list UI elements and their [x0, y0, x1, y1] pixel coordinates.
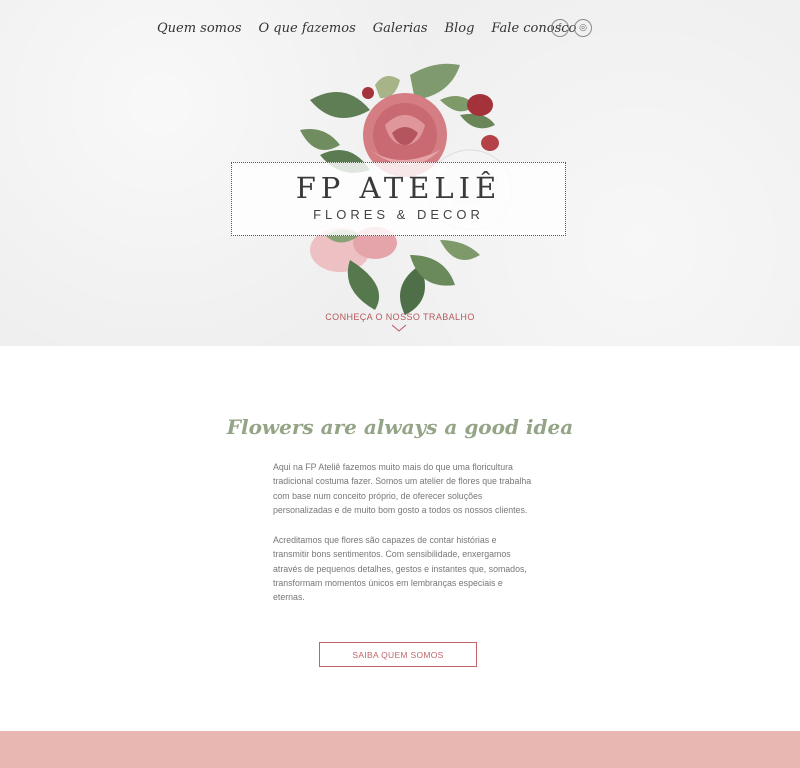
- saiba-quem-somos-button[interactable]: SAIBA QUEM SOMOS: [319, 642, 477, 667]
- know-our-work-link[interactable]: CONHEÇA O NOSSO TRABALHO: [0, 312, 800, 322]
- footer-band: [0, 731, 800, 768]
- instagram-icon[interactable]: ◎: [574, 19, 592, 37]
- hero-section: Quem somos O que fazemos Galerias Blog F…: [0, 0, 800, 346]
- about-paragraph-2: Acreditamos que flores são capazes de co…: [273, 535, 527, 603]
- about-heading: Flowers are always a good idea: [226, 415, 574, 439]
- facebook-icon[interactable]: f: [551, 19, 569, 37]
- logo-subtitle: FLORES & DECOR: [313, 207, 484, 222]
- main-nav: Quem somos O que fazemos Galerias Blog F…: [157, 20, 593, 38]
- social-links: f ◎: [551, 19, 592, 37]
- nav-item-blog[interactable]: Blog: [445, 20, 475, 38]
- nav-item-galerias[interactable]: Galerias: [373, 20, 428, 38]
- logo-title: FP ATELIÊ: [295, 171, 502, 205]
- chevron-down-icon[interactable]: [391, 324, 407, 333]
- about-paragraph-1: Aqui na FP Ateliê fazemos muito mais do …: [273, 462, 532, 515]
- nav-item-o-que-fazemos[interactable]: O que fazemos: [259, 20, 356, 38]
- nav-item-quem-somos[interactable]: Quem somos: [157, 20, 242, 38]
- logo-box: FP ATELIÊ FLORES & DECOR: [231, 162, 566, 236]
